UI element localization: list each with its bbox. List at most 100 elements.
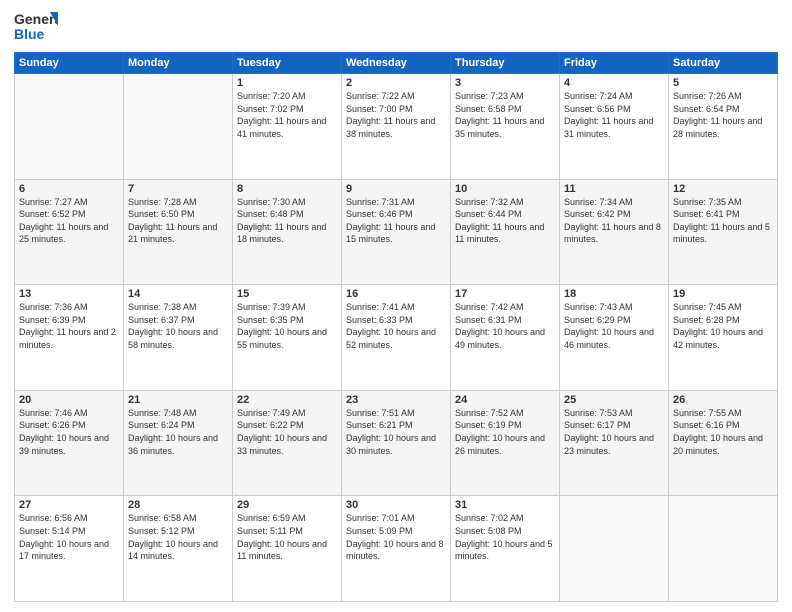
day-info: Sunrise: 7:43 AM Sunset: 6:29 PM Dayligh…: [564, 301, 664, 351]
weekday-header-monday: Monday: [124, 53, 233, 74]
day-info: Sunrise: 7:34 AM Sunset: 6:42 PM Dayligh…: [564, 196, 664, 246]
day-info: Sunrise: 7:22 AM Sunset: 7:00 PM Dayligh…: [346, 90, 446, 140]
day-info: Sunrise: 7:28 AM Sunset: 6:50 PM Dayligh…: [128, 196, 228, 246]
calendar-cell: 17Sunrise: 7:42 AM Sunset: 6:31 PM Dayli…: [451, 285, 560, 391]
day-number: 20: [19, 394, 119, 406]
day-number: 15: [237, 288, 337, 300]
svg-text:Blue: Blue: [14, 26, 45, 42]
calendar-cell: 24Sunrise: 7:52 AM Sunset: 6:19 PM Dayli…: [451, 390, 560, 496]
calendar-cell: 3Sunrise: 7:23 AM Sunset: 6:58 PM Daylig…: [451, 74, 560, 180]
day-number: 5: [673, 77, 773, 89]
day-info: Sunrise: 7:24 AM Sunset: 6:56 PM Dayligh…: [564, 90, 664, 140]
day-number: 28: [128, 499, 228, 511]
calendar-cell: [124, 74, 233, 180]
calendar-cell: 13Sunrise: 7:36 AM Sunset: 6:39 PM Dayli…: [15, 285, 124, 391]
calendar-cell: 8Sunrise: 7:30 AM Sunset: 6:48 PM Daylig…: [233, 179, 342, 285]
day-number: 30: [346, 499, 446, 511]
day-number: 6: [19, 183, 119, 195]
day-info: Sunrise: 7:49 AM Sunset: 6:22 PM Dayligh…: [237, 407, 337, 457]
day-info: Sunrise: 7:35 AM Sunset: 6:41 PM Dayligh…: [673, 196, 773, 246]
day-info: Sunrise: 7:02 AM Sunset: 5:08 PM Dayligh…: [455, 512, 555, 562]
day-number: 25: [564, 394, 664, 406]
day-number: 23: [346, 394, 446, 406]
day-number: 24: [455, 394, 555, 406]
day-number: 2: [346, 77, 446, 89]
day-info: Sunrise: 7:51 AM Sunset: 6:21 PM Dayligh…: [346, 407, 446, 457]
day-number: 9: [346, 183, 446, 195]
calendar-cell: 26Sunrise: 7:55 AM Sunset: 6:16 PM Dayli…: [669, 390, 778, 496]
calendar-cell: 6Sunrise: 7:27 AM Sunset: 6:52 PM Daylig…: [15, 179, 124, 285]
day-number: 22: [237, 394, 337, 406]
calendar-cell: 29Sunrise: 6:59 AM Sunset: 5:11 PM Dayli…: [233, 496, 342, 602]
day-number: 7: [128, 183, 228, 195]
weekday-header-friday: Friday: [560, 53, 669, 74]
weekday-header-tuesday: Tuesday: [233, 53, 342, 74]
calendar-cell: 28Sunrise: 6:58 AM Sunset: 5:12 PM Dayli…: [124, 496, 233, 602]
calendar-cell: 15Sunrise: 7:39 AM Sunset: 6:35 PM Dayli…: [233, 285, 342, 391]
weekday-header-row: SundayMondayTuesdayWednesdayThursdayFrid…: [15, 53, 778, 74]
day-number: 27: [19, 499, 119, 511]
calendar-week-3: 13Sunrise: 7:36 AM Sunset: 6:39 PM Dayli…: [15, 285, 778, 391]
calendar-cell: 14Sunrise: 7:38 AM Sunset: 6:37 PM Dayli…: [124, 285, 233, 391]
weekday-header-saturday: Saturday: [669, 53, 778, 74]
calendar-cell: 25Sunrise: 7:53 AM Sunset: 6:17 PM Dayli…: [560, 390, 669, 496]
day-info: Sunrise: 7:53 AM Sunset: 6:17 PM Dayligh…: [564, 407, 664, 457]
day-number: 18: [564, 288, 664, 300]
day-info: Sunrise: 7:39 AM Sunset: 6:35 PM Dayligh…: [237, 301, 337, 351]
day-number: 1: [237, 77, 337, 89]
day-info: Sunrise: 7:01 AM Sunset: 5:09 PM Dayligh…: [346, 512, 446, 562]
calendar-cell: 22Sunrise: 7:49 AM Sunset: 6:22 PM Dayli…: [233, 390, 342, 496]
day-number: 19: [673, 288, 773, 300]
day-info: Sunrise: 7:36 AM Sunset: 6:39 PM Dayligh…: [19, 301, 119, 351]
weekday-header-thursday: Thursday: [451, 53, 560, 74]
day-info: Sunrise: 7:20 AM Sunset: 7:02 PM Dayligh…: [237, 90, 337, 140]
day-info: Sunrise: 7:52 AM Sunset: 6:19 PM Dayligh…: [455, 407, 555, 457]
calendar-cell: 16Sunrise: 7:41 AM Sunset: 6:33 PM Dayli…: [342, 285, 451, 391]
calendar-cell: [560, 496, 669, 602]
day-info: Sunrise: 6:59 AM Sunset: 5:11 PM Dayligh…: [237, 512, 337, 562]
calendar-week-1: 1Sunrise: 7:20 AM Sunset: 7:02 PM Daylig…: [15, 74, 778, 180]
day-number: 31: [455, 499, 555, 511]
day-info: Sunrise: 7:26 AM Sunset: 6:54 PM Dayligh…: [673, 90, 773, 140]
calendar-cell: 9Sunrise: 7:31 AM Sunset: 6:46 PM Daylig…: [342, 179, 451, 285]
weekday-header-sunday: Sunday: [15, 53, 124, 74]
day-number: 10: [455, 183, 555, 195]
day-info: Sunrise: 7:42 AM Sunset: 6:31 PM Dayligh…: [455, 301, 555, 351]
calendar-cell: 5Sunrise: 7:26 AM Sunset: 6:54 PM Daylig…: [669, 74, 778, 180]
calendar-week-4: 20Sunrise: 7:46 AM Sunset: 6:26 PM Dayli…: [15, 390, 778, 496]
day-number: 16: [346, 288, 446, 300]
calendar-cell: 19Sunrise: 7:45 AM Sunset: 6:28 PM Dayli…: [669, 285, 778, 391]
calendar-cell: 30Sunrise: 7:01 AM Sunset: 5:09 PM Dayli…: [342, 496, 451, 602]
calendar-cell: 2Sunrise: 7:22 AM Sunset: 7:00 PM Daylig…: [342, 74, 451, 180]
day-info: Sunrise: 7:46 AM Sunset: 6:26 PM Dayligh…: [19, 407, 119, 457]
logo: GeneralBlue: [14, 10, 58, 46]
calendar-cell: 10Sunrise: 7:32 AM Sunset: 6:44 PM Dayli…: [451, 179, 560, 285]
calendar-cell: [15, 74, 124, 180]
calendar-week-2: 6Sunrise: 7:27 AM Sunset: 6:52 PM Daylig…: [15, 179, 778, 285]
day-number: 8: [237, 183, 337, 195]
header: GeneralBlue: [14, 10, 778, 46]
day-info: Sunrise: 7:23 AM Sunset: 6:58 PM Dayligh…: [455, 90, 555, 140]
calendar-cell: 1Sunrise: 7:20 AM Sunset: 7:02 PM Daylig…: [233, 74, 342, 180]
calendar-cell: 27Sunrise: 6:56 AM Sunset: 5:14 PM Dayli…: [15, 496, 124, 602]
day-info: Sunrise: 7:45 AM Sunset: 6:28 PM Dayligh…: [673, 301, 773, 351]
day-info: Sunrise: 7:32 AM Sunset: 6:44 PM Dayligh…: [455, 196, 555, 246]
calendar-cell: 12Sunrise: 7:35 AM Sunset: 6:41 PM Dayli…: [669, 179, 778, 285]
calendar-table: SundayMondayTuesdayWednesdayThursdayFrid…: [14, 52, 778, 602]
day-number: 13: [19, 288, 119, 300]
day-info: Sunrise: 7:27 AM Sunset: 6:52 PM Dayligh…: [19, 196, 119, 246]
day-number: 26: [673, 394, 773, 406]
day-number: 14: [128, 288, 228, 300]
day-info: Sunrise: 7:31 AM Sunset: 6:46 PM Dayligh…: [346, 196, 446, 246]
day-number: 21: [128, 394, 228, 406]
day-number: 17: [455, 288, 555, 300]
day-info: Sunrise: 7:30 AM Sunset: 6:48 PM Dayligh…: [237, 196, 337, 246]
day-number: 12: [673, 183, 773, 195]
calendar-cell: [669, 496, 778, 602]
calendar-cell: 23Sunrise: 7:51 AM Sunset: 6:21 PM Dayli…: [342, 390, 451, 496]
day-number: 11: [564, 183, 664, 195]
day-number: 3: [455, 77, 555, 89]
calendar-cell: 7Sunrise: 7:28 AM Sunset: 6:50 PM Daylig…: [124, 179, 233, 285]
day-info: Sunrise: 7:55 AM Sunset: 6:16 PM Dayligh…: [673, 407, 773, 457]
day-number: 4: [564, 77, 664, 89]
